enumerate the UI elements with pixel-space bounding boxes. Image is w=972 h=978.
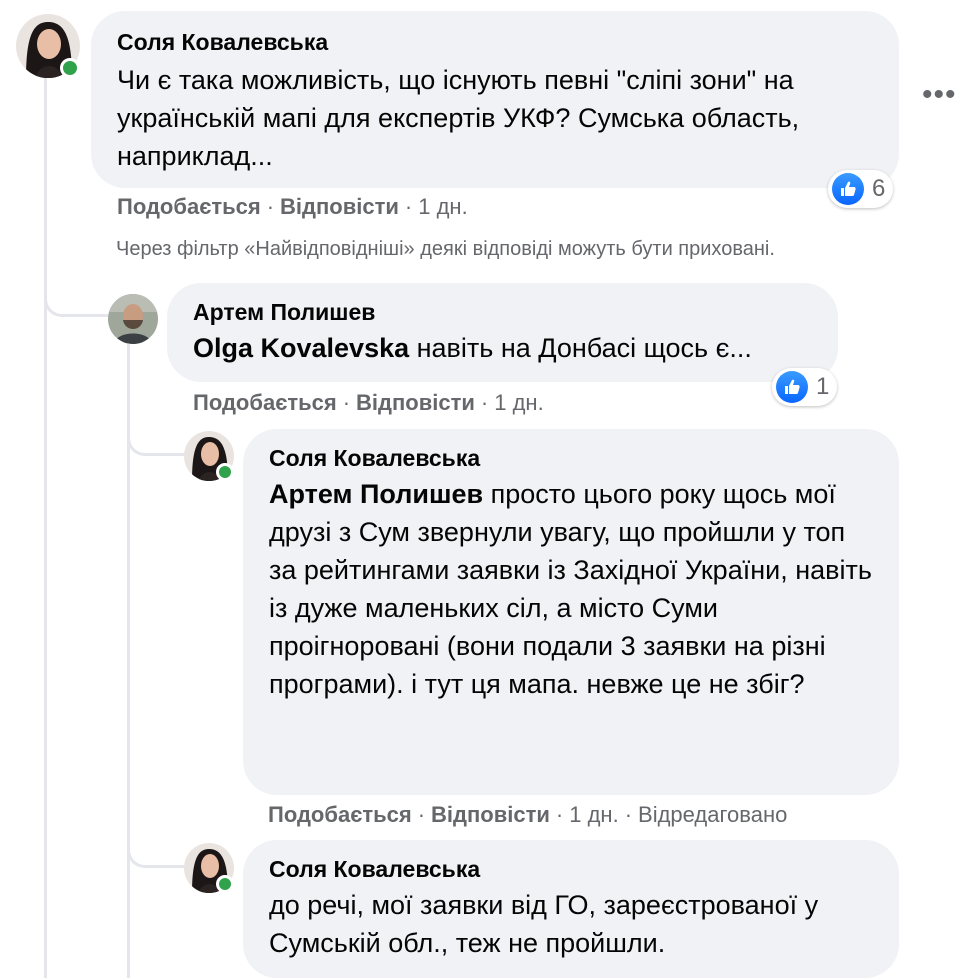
comment-bubble[interactable]: Соля Ковалевська Чи є така можливість, щ…	[91, 11, 899, 188]
separator: ·	[555, 802, 564, 827]
comment-author[interactable]: Соля Ковалевська	[269, 443, 873, 473]
mention-link[interactable]: Артем Полишев	[269, 479, 483, 509]
like-reaction-icon	[776, 371, 808, 403]
like-button[interactable]: Подобається	[268, 802, 412, 827]
comment-text: Olga Kovalevska навіть на Донбасі щось є…	[193, 329, 812, 367]
reaction-summary[interactable]: 6	[828, 170, 894, 208]
reply-button[interactable]: Відповісти	[280, 194, 399, 219]
mention-link[interactable]: Olga Kovalevska	[193, 333, 409, 363]
thread-line-sub-branch-1	[127, 430, 185, 456]
like-button[interactable]: Подобається	[193, 390, 337, 415]
edited-label[interactable]: Відредаговано	[638, 802, 787, 827]
reaction-summary[interactable]: 1	[772, 368, 838, 406]
more-options-icon[interactable]: •••	[922, 78, 957, 112]
thread-line-main	[44, 78, 47, 978]
comment-body: навіть на Донбасі щось є...	[409, 333, 752, 363]
online-status-icon	[216, 875, 234, 893]
comment-actions: Подобається · Відповісти · 1 дн.	[193, 390, 544, 416]
like-reaction-icon	[832, 173, 864, 205]
comment-text: Артем Полишев просто цього року щось мої…	[269, 475, 873, 703]
comment-author[interactable]: Соля Ковалевська	[117, 27, 873, 57]
thread-line-branch	[44, 295, 108, 317]
like-button[interactable]: Подобається	[117, 194, 261, 219]
comment-body: просто цього року щось мої друзі з Сум з…	[269, 479, 872, 699]
online-status-icon	[216, 463, 234, 481]
comment-bubble[interactable]: Соля Ковалевська Артем Полишев просто ць…	[243, 429, 899, 795]
avatar-photo	[108, 294, 158, 344]
reaction-count: 6	[872, 175, 886, 202]
separator: ·	[624, 802, 633, 827]
separator: ·	[417, 802, 426, 827]
comment-author[interactable]: Артем Полишев	[193, 297, 812, 327]
thread-line-sub-branch-2	[127, 840, 185, 868]
avatar[interactable]	[184, 843, 234, 893]
reply-button[interactable]: Відповісти	[356, 390, 475, 415]
reaction-count: 1	[816, 373, 830, 400]
comment-text: до речі, мої заявки від ГО, зареєстрован…	[269, 890, 819, 958]
avatar[interactable]	[184, 431, 234, 481]
reply-button[interactable]: Відповісти	[431, 802, 550, 827]
comment-time[interactable]: 1 дн.	[418, 194, 467, 219]
comment-author[interactable]: Соля Ковалевська	[269, 854, 873, 884]
comment-text: Чи є така можливість, що існують певні "…	[117, 65, 800, 171]
avatar[interactable]	[108, 294, 158, 344]
avatar[interactable]	[16, 14, 80, 78]
comment-time[interactable]: 1 дн.	[569, 802, 618, 827]
comment-time[interactable]: 1 дн.	[494, 390, 543, 415]
filter-note: Через фільтр «Найвідповідніші» деякі від…	[116, 238, 775, 260]
comment-bubble[interactable]: Артем Полишев Olga Kovalevska навіть на …	[167, 283, 838, 382]
online-status-icon	[60, 58, 80, 78]
separator: ·	[342, 390, 351, 415]
separator: ·	[266, 194, 275, 219]
comment-actions: Подобається · Відповісти · 1 дн.	[117, 194, 468, 220]
separator: ·	[480, 390, 489, 415]
separator: ·	[404, 194, 413, 219]
comment-bubble[interactable]: Соля Ковалевська до речі, мої заявки від…	[243, 840, 899, 978]
comment-actions: Подобається · Відповісти · 1 дн. · Відредагова…	[268, 802, 787, 828]
